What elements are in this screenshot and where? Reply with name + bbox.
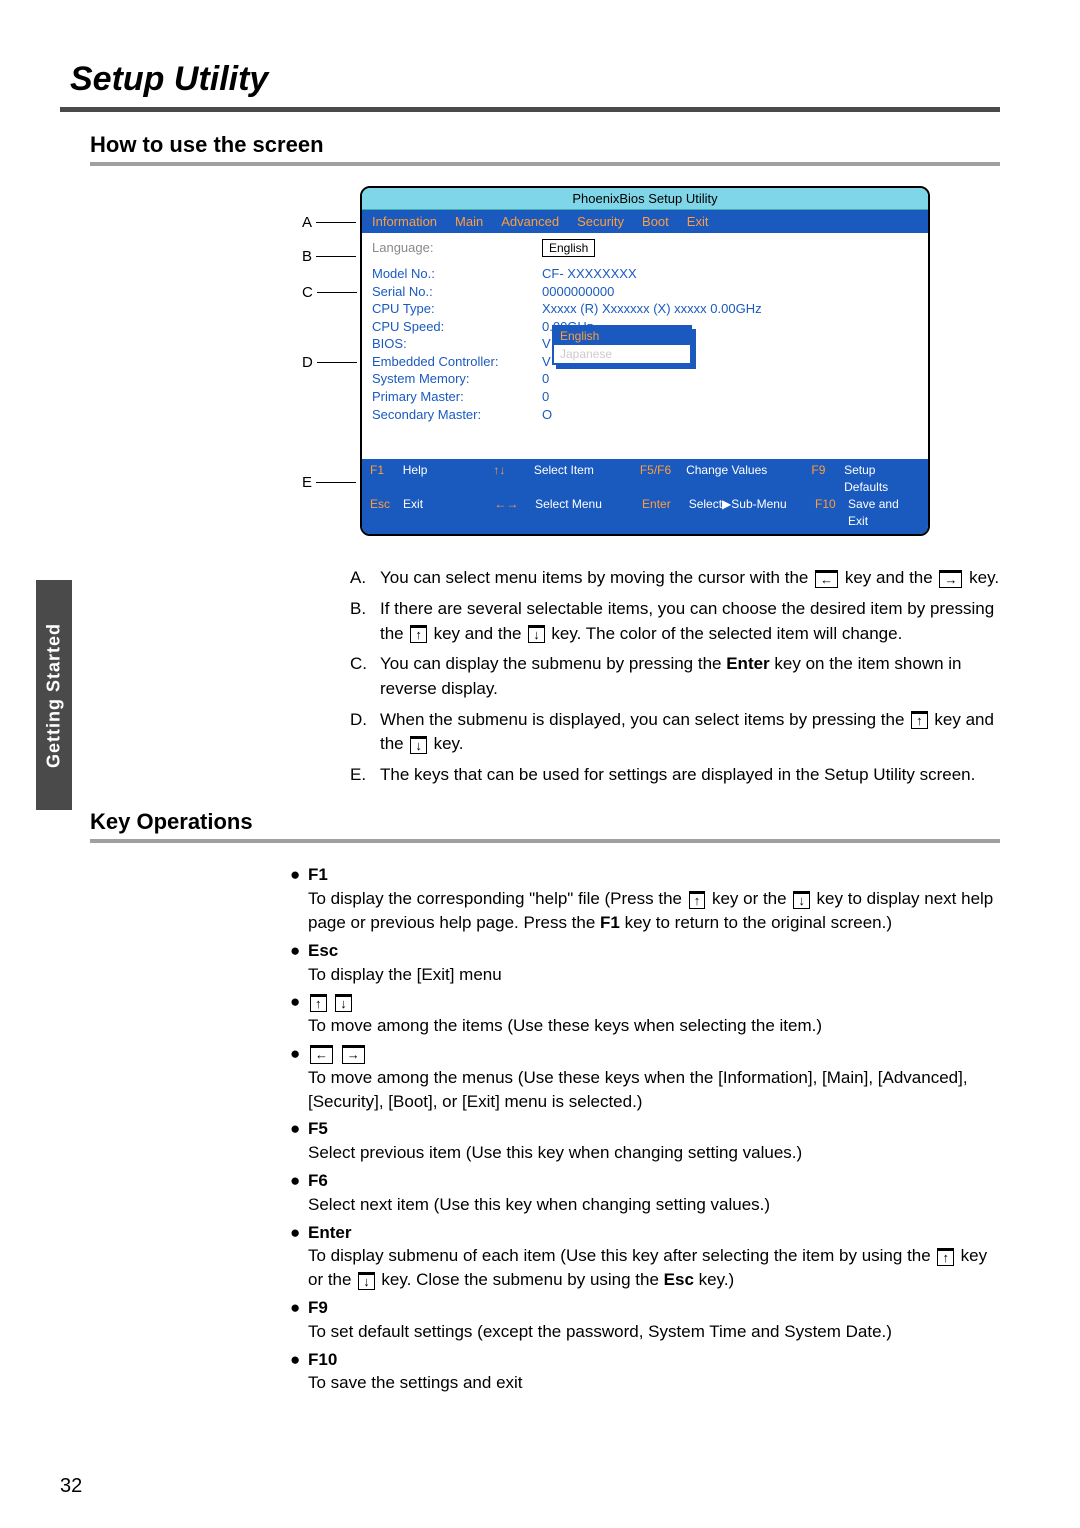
explain-e: The keys that can be used for settings a… [380,763,1000,788]
bios-bios-label: BIOS: [372,335,542,353]
section-key-operations: Key Operations [90,809,1000,835]
down-arrow-icon: ↓ [528,625,545,643]
callout-d: D [302,354,361,371]
side-tab-getting-started: Getting Started [36,580,72,810]
bios-model-value: CF- XXXXXXXX [542,265,637,283]
key-enter-desc: To display submenu of each item (Use thi… [308,1244,1000,1292]
down-arrow-icon: ↓ [335,994,352,1012]
divider-thin-2 [90,839,1000,843]
bios-sm-value: O [542,406,552,424]
up-arrow-icon: ↑ [689,891,706,909]
bios-ec-label: Embedded Controller: [372,353,542,371]
left-arrow-icon: ← [310,1045,333,1063]
up-arrow-icon: ↑ [310,994,327,1012]
explanation-list: A.You can select menu items by moving th… [350,566,1000,787]
key-f5: F5 [308,1119,328,1138]
bios-sm-label: Secondary Master: [372,406,542,424]
key-f5-desc: Select previous item (Use this key when … [308,1141,1000,1165]
key-leftright-desc: To move among the menus (Use these keys … [308,1066,1000,1114]
bios-cputype-value: Xxxxx (R) Xxxxxxx (X) xxxxx 0.00GHz [542,300,762,318]
callout-a: A [302,214,360,231]
key-updown: ↑ ↓ [308,992,354,1011]
bios-menu-information: Information [372,214,437,229]
bios-pm-label: Primary Master: [372,388,542,406]
bios-title: PhoenixBios Setup Utility [362,188,928,210]
bios-cputype-label: CPU Type: [372,300,542,318]
key-f6-desc: Select next item (Use this key when chan… [308,1193,1000,1217]
explain-d: When the submenu is displayed, you can s… [380,708,1000,757]
bios-menu-advanced: Advanced [501,214,559,229]
bios-pm-value: 0 [542,388,549,406]
section-how-to-use: How to use the screen [90,132,1000,158]
bios-serial-value: 0000000000 [542,283,614,301]
explain-b: If there are several selectable items, y… [380,597,1000,646]
bios-mem-label: System Memory: [372,370,542,388]
key-esc: Esc [308,941,338,960]
key-f1: F1 [308,865,328,884]
up-arrow-icon: ↑ [911,711,928,729]
key-enter: Enter [308,1223,351,1242]
bios-submenu: English Japanese [552,325,692,365]
bios-menu-security: Security [577,214,624,229]
bios-cpuspeed-label: CPU Speed: [372,318,542,336]
bios-submenu-english: English [554,327,690,345]
key-esc-desc: To display the [Exit] menu [308,963,1000,987]
bios-serial-label: Serial No.: [372,283,542,301]
key-leftright: ← → [308,1044,367,1063]
left-arrow-icon: ← [815,570,838,588]
callout-e: E [302,474,360,491]
explain-a: You can select menu items by moving the … [380,566,1000,591]
down-arrow-icon: ↓ [358,1272,375,1290]
bios-model-label: Model No.: [372,265,542,283]
callout-c: C [302,284,361,301]
bios-bios-value: V [542,335,551,353]
key-operations-list: ●F1 To display the corresponding "help" … [290,863,1000,1395]
divider-thin-1 [90,162,1000,166]
key-f9-desc: To set default settings (except the pass… [308,1320,1000,1344]
down-arrow-icon: ↓ [410,736,427,754]
bios-menu-main: Main [455,214,483,229]
right-arrow-icon: → [342,1045,365,1063]
divider-thick [60,107,1000,112]
key-f10-desc: To save the settings and exit [308,1371,1000,1395]
bios-mem-value: 0 [542,370,549,388]
callout-b: B [302,248,360,265]
explain-c: You can display the submenu by pressing … [380,652,1000,701]
page-number: 32 [60,1475,82,1498]
bios-footer: F1Help ↑↓Select Item F5/F6Change Values … [362,459,928,534]
bios-menu-boot: Boot [642,214,669,229]
up-arrow-icon: ↑ [410,625,427,643]
bios-menu-bar: Information Main Advanced Security Boot … [362,210,928,233]
page-title: Setup Utility [70,60,1000,99]
down-arrow-icon: ↓ [793,891,810,909]
bios-language-value: English [542,239,595,257]
right-arrow-icon: → [939,570,962,588]
bios-submenu-japanese: Japanese [554,345,690,363]
bios-language-label: Language: [372,239,542,257]
up-arrow-icon: ↑ [937,1248,954,1266]
key-updown-desc: To move among the items (Use these keys … [308,1014,1000,1038]
key-f9: F9 [308,1298,328,1317]
key-f6: F6 [308,1171,328,1190]
bios-ec-value: V [542,353,551,371]
bios-screenshot: PhoenixBios Setup Utility Information Ma… [360,186,930,536]
key-f10: F10 [308,1350,337,1369]
key-f1-desc: To display the corresponding "help" file… [308,887,1000,935]
bios-menu-exit: Exit [687,214,709,229]
